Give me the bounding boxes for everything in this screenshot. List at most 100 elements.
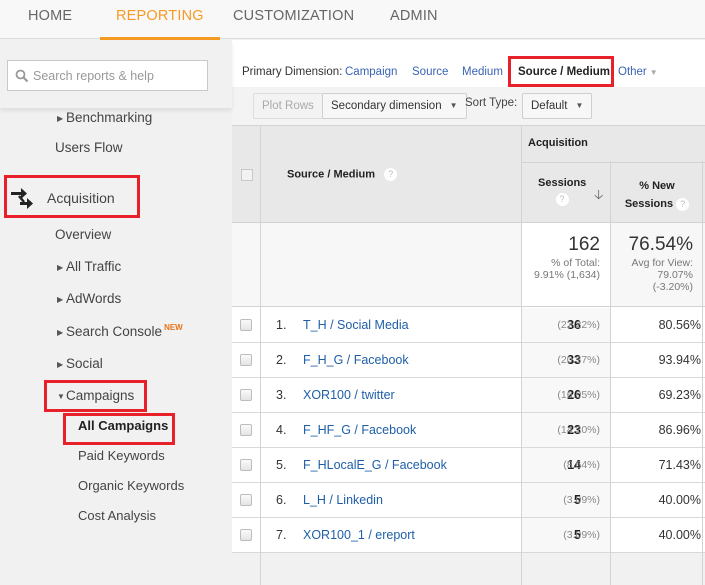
tab-admin[interactable]: ADMIN (390, 0, 438, 39)
tab-home[interactable]: HOME (28, 0, 72, 39)
tab-customization[interactable]: CUSTOMIZATION (233, 0, 354, 39)
row-sessions-percent: (14.20%) (557, 424, 600, 436)
dimension-source[interactable]: Source (412, 66, 448, 78)
sidebar-item-label: Search Console (66, 324, 163, 339)
row-new-sessions: 86.96% (658, 423, 701, 437)
caret-right-icon: ▶ (57, 114, 64, 123)
dimension-campaign[interactable]: Campaign (345, 66, 397, 78)
sidebar-item-cost-analysis[interactable]: Cost Analysis (78, 508, 156, 523)
sort-type-value: Default (531, 100, 568, 112)
row-source-medium-link[interactable]: F_H_G / Facebook (303, 353, 409, 367)
row-checkbox[interactable] (240, 354, 252, 366)
row-source-medium-link[interactable]: T_H / Social Media (303, 318, 409, 332)
dimension-source-medium[interactable]: Source / Medium (518, 66, 610, 78)
secondary-dimension-dropdown[interactable]: Secondary dimension ▼ (322, 93, 467, 119)
row-sessions-cell: 5 (3.09%) (522, 518, 610, 552)
header-label: Sessions (538, 177, 587, 189)
row-new-sessions: 71.43% (658, 458, 701, 472)
row-source-medium-link[interactable]: L_H / Linkedin (303, 493, 383, 507)
row-source-medium-link[interactable]: XOR100_1 / ereport (303, 528, 415, 542)
row-sessions-cell: 26 (16.05%) (522, 378, 610, 412)
chevron-down-icon: ▼ (649, 68, 658, 77)
summary-sessions-total: 162 (568, 234, 600, 255)
search-box[interactable] (7, 60, 208, 91)
help-icon[interactable]: ? (555, 193, 569, 206)
header-label: Source / Medium (287, 168, 376, 181)
caret-right-icon: ▶ (57, 328, 64, 337)
table-row: 5. F_HLocalE_G / Facebook 14 (8.64%) 71.… (232, 448, 705, 483)
row-new-sessions: 93.94% (658, 353, 701, 367)
sidebar-item-label: All Traffic (66, 259, 122, 274)
header-source-medium[interactable]: Source / Medium ? (287, 168, 398, 181)
row-source-medium-link[interactable]: XOR100 / twitter (303, 388, 395, 402)
row-index: 5. (276, 458, 287, 472)
header-divider (522, 162, 705, 163)
header-sessions[interactable]: Sessions ? (538, 177, 586, 206)
sort-descending-icon[interactable]: 🡣 (594, 186, 603, 208)
header-label-1: % New (639, 180, 675, 192)
table-row: 7. XOR100_1 / ereport 5 (3.09%) 40.00% (232, 518, 705, 553)
row-index: 4. (276, 423, 287, 437)
dimension-other[interactable]: Other ▼ (618, 66, 658, 78)
search-area (0, 40, 232, 108)
header-new-sessions[interactable]: % New Sessions ? (612, 177, 702, 213)
dimension-medium[interactable]: Medium (462, 66, 503, 78)
row-checkbox[interactable] (240, 494, 252, 506)
sort-type-dropdown[interactable]: Default ▼ (522, 93, 593, 119)
primary-dimension-label: Primary Dimension: (242, 66, 343, 78)
sidebar-item-all-campaigns[interactable]: All Campaigns (78, 418, 168, 433)
row-sessions-cell: 36 (22.22%) (522, 308, 610, 342)
row-sessions-cell: 14 (8.64%) (522, 448, 610, 482)
caret-down-icon: ▼ (57, 392, 65, 401)
row-sessions-percent: (20.37%) (557, 354, 600, 366)
secondary-dimension-label: Secondary dimension (331, 100, 442, 112)
sidebar-item-organic-keywords[interactable]: Organic Keywords (78, 478, 184, 493)
sidebar-item-acquisition[interactable]: Acquisition (47, 190, 115, 206)
sidebar-item-campaigns[interactable]: ▼Campaigns (57, 388, 134, 403)
row-checkbox[interactable] (240, 529, 252, 541)
row-index: 3. (276, 388, 287, 402)
row-checkbox[interactable] (240, 319, 252, 331)
sidebar-item-search-console[interactable]: ▶ Search Console NEW (57, 323, 183, 339)
sidebar-item-adwords[interactable]: ▶ AdWords (57, 291, 121, 306)
sidebar-item-paid-keywords[interactable]: Paid Keywords (78, 448, 165, 463)
row-index: 2. (276, 353, 287, 367)
help-icon[interactable]: ? (676, 197, 690, 211)
sidebar-item-overview[interactable]: Overview (55, 227, 111, 242)
row-checkbox[interactable] (240, 424, 252, 436)
row-sessions-cell: 23 (14.20%) (522, 413, 610, 447)
search-input[interactable] (33, 65, 203, 86)
row-sessions-percent: (3.09%) (563, 529, 600, 541)
summary-new-sub3: (-3.20%) (652, 281, 693, 293)
sidebar-item-social[interactable]: ▶ Social (57, 356, 103, 371)
caret-right-icon: ▶ (57, 263, 64, 272)
table-header: Source / Medium ? Acquisition Sessions ?… (232, 125, 705, 223)
sidebar-item-all-traffic[interactable]: ▶ All Traffic (57, 259, 121, 274)
sidebar-item-label: AdWords (66, 291, 122, 306)
help-icon[interactable]: ? (384, 168, 398, 181)
new-badge: NEW (164, 323, 183, 332)
column-divider (610, 161, 611, 585)
row-sessions-percent: (16.05%) (557, 389, 600, 401)
select-all-checkbox[interactable] (241, 169, 253, 181)
row-source-medium-link[interactable]: F_HLocalE_G / Facebook (303, 458, 447, 472)
header-label-2: Sessions (624, 198, 674, 210)
summary-new-sub1: Avg for View: (631, 257, 693, 269)
row-source-medium-link[interactable]: F_HF_G / Facebook (303, 423, 416, 437)
row-sessions-percent: (8.64%) (563, 459, 600, 471)
summary-sessions-cell: 162 % of Total: 9.91% (1,634) (522, 223, 610, 306)
sidebar-item-label: Benchmarking (66, 110, 153, 125)
sidebar-item-benchmarking[interactable]: ▶ Benchmarking (57, 110, 152, 125)
row-new-sessions: 69.23% (658, 388, 701, 402)
tab-reporting[interactable]: REPORTING (100, 0, 220, 40)
sort-type-label: Sort Type: (465, 97, 518, 109)
table-row: 6. L_H / Linkedin 5 (3.09%) 40.00% (232, 483, 705, 518)
column-divider (260, 125, 261, 585)
row-checkbox[interactable] (240, 459, 252, 471)
plot-rows-button[interactable]: Plot Rows (253, 93, 323, 119)
summary-new-sub2: 79.07% (657, 269, 693, 281)
sidebar-item-users-flow[interactable]: Users Flow (55, 140, 123, 155)
caret-right-icon: ▶ (57, 295, 64, 304)
row-checkbox[interactable] (240, 389, 252, 401)
column-divider (702, 161, 703, 585)
